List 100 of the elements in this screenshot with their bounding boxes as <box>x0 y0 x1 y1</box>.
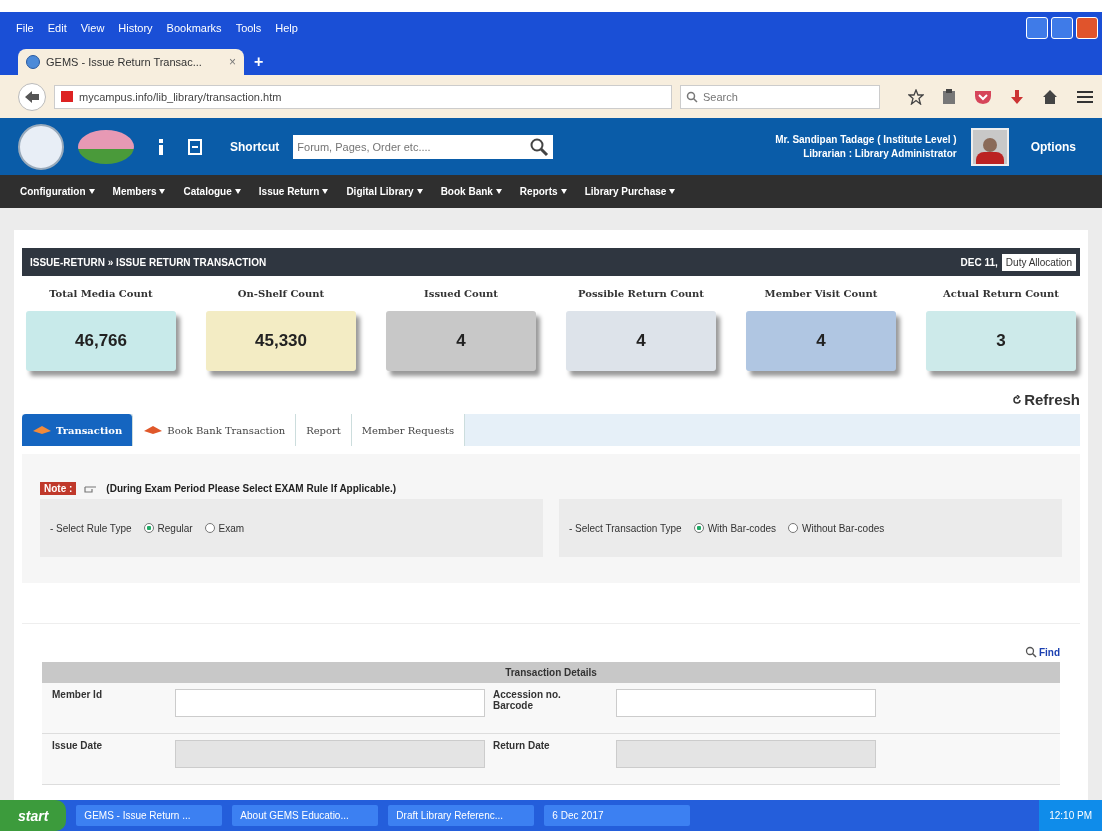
stat-card: 46,766 <box>26 311 176 371</box>
radio-option[interactable]: Regular <box>143 522 193 534</box>
close-tab-button[interactable]: × <box>229 55 236 69</box>
radio-button[interactable] <box>204 523 215 533</box>
nav-menu-item[interactable]: Library Purchase <box>584 186 676 197</box>
clipboard-icon[interactable] <box>942 88 956 105</box>
star-icon[interactable] <box>908 88 924 105</box>
menu-item[interactable]: Tools <box>235 22 262 34</box>
radio-option[interactable]: Exam <box>204 522 245 534</box>
tab[interactable]: Member Requests <box>351 414 466 446</box>
radio-button[interactable] <box>693 523 704 533</box>
tab[interactable]: Book Bank Transaction <box>133 414 297 446</box>
stat-card: 4 <box>746 311 896 371</box>
info-icon[interactable] <box>156 138 166 155</box>
menu-icon[interactable] <box>1076 89 1094 104</box>
emblem-icon <box>78 129 134 164</box>
input-field[interactable] <box>175 689 485 717</box>
date-text: DEC 11, <box>960 256 998 268</box>
note-badge: Note : <box>40 482 77 495</box>
user-role: Librarian : Library Administrator <box>803 148 957 159</box>
stat-card: 3 <box>926 311 1076 371</box>
shield-icon[interactable] <box>974 88 992 105</box>
stat-label: Issued Count <box>424 288 498 299</box>
input-field[interactable] <box>616 689 876 717</box>
field-label: Member Id <box>52 689 103 700</box>
menu-item[interactable]: View <box>80 22 105 34</box>
menu-item[interactable]: History <box>118 22 153 34</box>
nav-menu-item[interactable]: Digital Library <box>346 186 423 197</box>
back-arrow-icon <box>24 89 40 104</box>
tab[interactable]: Report <box>296 414 352 446</box>
tab-title: GEMS - Issue Return Transac... <box>46 56 203 68</box>
caret-icon <box>669 189 676 194</box>
duty-allocation-button[interactable]: Duty Allocation <box>1001 253 1076 271</box>
header-search-field[interactable]: Forum, Pages, Order etc.... <box>293 134 554 159</box>
start-button[interactable]: start <box>0 800 67 831</box>
caret-icon <box>234 189 241 194</box>
menu-item[interactable]: File <box>16 22 34 34</box>
nav-menu-item[interactable]: Catalogue <box>183 186 241 197</box>
browser-search-field[interactable]: Search <box>680 84 880 109</box>
selection-label: - Select Rule Type <box>50 522 132 534</box>
caret-icon <box>322 189 329 194</box>
logo-icon <box>18 123 64 170</box>
radio-button[interactable] <box>788 523 798 533</box>
breadcrumb: ISSUE-RETURN » ISSUE RETURN TRANSACTION <box>30 256 268 268</box>
find-link[interactable]: Find <box>1024 646 1060 658</box>
user-name: Mr. Sandipan Tadage ( Institute Level ) <box>775 134 957 145</box>
note-text: (During Exam Period Please Select EXAM Rule If Applicable.) <box>106 483 397 494</box>
close-icon[interactable] <box>1076 17 1098 39</box>
menu-item[interactable]: Help <box>275 22 298 34</box>
taskbar-item[interactable]: Draft Library Referenc... <box>388 805 535 826</box>
back-button[interactable] <box>18 82 46 111</box>
home-icon[interactable] <box>1042 88 1058 105</box>
tab[interactable]: Transaction <box>22 414 134 446</box>
restore-icon[interactable] <box>1051 17 1073 39</box>
radio-option[interactable]: Without Bar-codes <box>788 522 885 534</box>
address-bar[interactable]: mycampus.info/lib_library/transaction.htm <box>54 84 672 109</box>
document-icon[interactable] <box>188 138 202 155</box>
refresh-link[interactable]: Refresh <box>1012 391 1080 408</box>
search-icon <box>1024 646 1037 658</box>
shortcut-link[interactable]: Shortcut <box>230 139 280 154</box>
clock-text: 12:10 PM <box>1049 810 1092 821</box>
stat-label: Total Media Count <box>49 288 153 299</box>
options-button[interactable]: Options <box>1022 139 1084 154</box>
search-icon[interactable] <box>529 136 550 157</box>
nav-menu-item[interactable]: Issue Return <box>258 186 329 197</box>
selection-label: - Select Transaction Type <box>569 522 682 534</box>
browser-tab[interactable]: GEMS - Issue Return Transac... × <box>18 49 244 75</box>
menu-item[interactable]: Edit <box>47 22 67 34</box>
stat-label: Actual Return Count <box>943 288 1059 299</box>
nav-menu-item[interactable]: Book Bank <box>440 186 502 197</box>
stat-label: On-Shelf Count <box>237 288 325 299</box>
search-icon <box>686 90 698 103</box>
nav-menu-item[interactable]: Members <box>112 186 166 197</box>
field-label: Issue Date <box>52 740 104 751</box>
menu-item[interactable]: Bookmarks <box>166 22 222 34</box>
minimize-icon[interactable] <box>1026 17 1048 39</box>
stat-label: Possible Return Count <box>578 288 704 299</box>
taskbar-item[interactable]: About GEMS Educatio... <box>232 805 379 826</box>
site-icon <box>61 91 73 102</box>
caret-icon <box>495 189 502 194</box>
field-label: Accession no. Barcode <box>493 689 562 711</box>
caret-icon <box>560 189 567 194</box>
table-header: Transaction Details <box>42 662 1060 683</box>
taskbar-item[interactable]: 6 Dec 2017 <box>544 805 691 826</box>
radio-button[interactable] <box>143 523 154 533</box>
caret-icon <box>416 189 423 194</box>
avatar-icon[interactable] <box>970 127 1009 166</box>
taskbar-item[interactable]: GEMS - Issue Return ... <box>76 805 223 826</box>
stat-card: 4 <box>386 311 536 371</box>
stat-label: Member Visit Count <box>764 288 878 299</box>
refresh-icon <box>1012 394 1023 405</box>
stat-card: 45,330 <box>206 311 356 371</box>
radio-option[interactable]: With Bar-codes <box>693 522 776 534</box>
url-text: mycampus.info/lib_library/transaction.htm <box>79 90 282 103</box>
field-label: Return Date <box>493 740 551 751</box>
nav-menu-item[interactable]: Reports <box>519 186 567 197</box>
nav-menu-item[interactable]: Configuration <box>20 186 95 197</box>
download-icon[interactable] <box>1010 88 1024 105</box>
globe-icon <box>26 55 40 69</box>
new-tab-button[interactable]: + <box>254 53 264 71</box>
